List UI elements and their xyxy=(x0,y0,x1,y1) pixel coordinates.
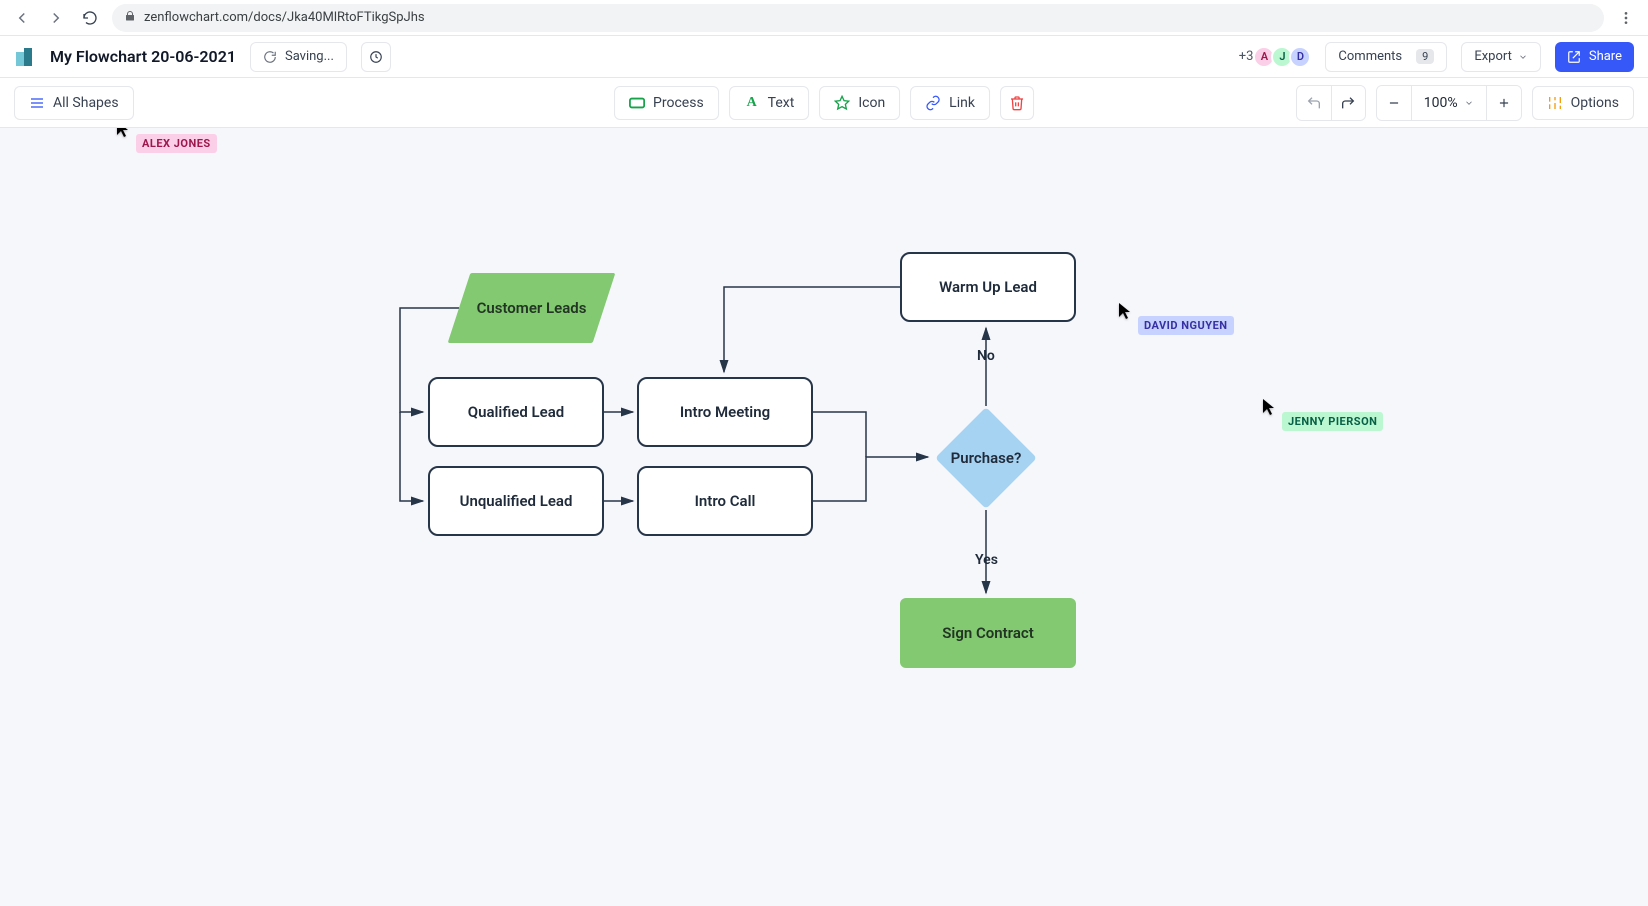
export-button[interactable]: Export xyxy=(1461,42,1541,72)
export-label: Export xyxy=(1474,49,1512,64)
reload-button[interactable] xyxy=(78,6,102,30)
presence-cursor-alex: ALEX JONES xyxy=(116,128,217,153)
node-sign-contract[interactable]: Sign Contract xyxy=(900,598,1076,668)
node-customer-leads[interactable]: Customer Leads xyxy=(459,273,604,343)
all-shapes-label: All Shapes xyxy=(53,95,119,111)
forward-button[interactable] xyxy=(44,6,68,30)
history-button[interactable] xyxy=(361,42,391,72)
node-unqualified-lead[interactable]: Unqualified Lead xyxy=(428,466,604,536)
all-shapes-button[interactable]: All Shapes xyxy=(14,86,134,120)
node-label: Purchase? xyxy=(935,407,1037,509)
browser-chrome: zenflowchart.com/docs/Jka40MlRtoFTikgSpJ… xyxy=(0,0,1648,36)
comments-count: 9 xyxy=(1416,49,1434,64)
node-qualified-lead[interactable]: Qualified Lead xyxy=(428,377,604,447)
icon-label: Icon xyxy=(858,95,885,111)
presence-cursor-jenny: JENNY PIERSON xyxy=(1262,398,1383,431)
process-button[interactable]: Process xyxy=(614,86,719,120)
share-icon xyxy=(1567,50,1581,64)
delete-button[interactable] xyxy=(1000,86,1034,120)
cursor-label: ALEX JONES xyxy=(136,134,217,153)
process-label: Process xyxy=(653,95,704,111)
zoom-value-dropdown[interactable]: 100% xyxy=(1411,86,1487,120)
avatar[interactable]: D xyxy=(1289,46,1311,68)
process-icon xyxy=(629,95,645,111)
url-text: zenflowchart.com/docs/Jka40MlRtoFTikgSpJ… xyxy=(144,10,425,25)
share-button[interactable]: Share xyxy=(1555,42,1634,72)
address-bar[interactable]: zenflowchart.com/docs/Jka40MlRtoFTikgSpJ… xyxy=(112,4,1604,32)
node-label: Intro Meeting xyxy=(680,403,770,421)
edge-label-no: No xyxy=(977,348,995,364)
saving-label: Saving... xyxy=(285,49,334,64)
node-intro-meeting[interactable]: Intro Meeting xyxy=(637,377,813,447)
presence-cursor-david: DAVID NGUYEN xyxy=(1118,302,1234,335)
saving-status: Saving... xyxy=(250,42,347,72)
cursor-label: DAVID NGUYEN xyxy=(1138,316,1234,335)
zoom-value: 100% xyxy=(1424,95,1458,111)
node-label: Warm Up Lead xyxy=(939,278,1037,296)
chevron-down-icon xyxy=(1518,52,1528,62)
node-label: Intro Call xyxy=(695,492,756,510)
trash-icon xyxy=(1009,95,1025,111)
zoom-in-button[interactable] xyxy=(1487,86,1521,120)
comments-button[interactable]: Comments 9 xyxy=(1325,42,1447,72)
text-icon: A xyxy=(744,95,760,111)
text-button[interactable]: A Text xyxy=(729,86,810,120)
star-icon xyxy=(834,95,850,111)
node-label: Customer Leads xyxy=(459,273,604,343)
link-button[interactable]: Link xyxy=(910,86,990,120)
node-intro-call[interactable]: Intro Call xyxy=(637,466,813,536)
link-icon xyxy=(925,95,941,111)
doc-title[interactable]: My Flowchart 20-06-2021 xyxy=(50,47,236,66)
node-purchase[interactable]: Purchase? xyxy=(935,407,1037,509)
back-button[interactable] xyxy=(10,6,34,30)
link-label: Link xyxy=(949,95,975,111)
node-warm-up-lead[interactable]: Warm Up Lead xyxy=(900,252,1076,322)
presence-more[interactable]: +3 xyxy=(1239,49,1254,64)
presence-avatars: +3 A J D xyxy=(1239,46,1312,68)
node-label: Qualified Lead xyxy=(468,403,564,421)
undo-redo-group xyxy=(1296,85,1366,121)
options-button[interactable]: Options xyxy=(1532,86,1634,120)
zoom-group: 100% xyxy=(1376,85,1522,121)
redo-button[interactable] xyxy=(1331,86,1365,120)
node-label: Sign Contract xyxy=(942,624,1033,642)
app-bar: My Flowchart 20-06-2021 Saving... +3 A J… xyxy=(0,36,1648,78)
browser-menu-button[interactable] xyxy=(1614,10,1638,26)
options-label: Options xyxy=(1571,95,1619,111)
undo-button[interactable] xyxy=(1297,86,1331,120)
app-logo xyxy=(14,46,36,68)
lock-icon xyxy=(124,10,136,26)
comments-label: Comments xyxy=(1338,49,1402,64)
node-label: Unqualified Lead xyxy=(460,492,573,510)
toolbar: All Shapes Process A Text Icon Link xyxy=(0,78,1648,128)
edge-label-yes: Yes xyxy=(975,552,998,568)
share-label: Share xyxy=(1589,49,1622,64)
icon-button[interactable]: Icon xyxy=(819,86,900,120)
menu-icon xyxy=(29,95,45,111)
canvas[interactable]: Customer Leads Qualified Lead Unqualifie… xyxy=(0,128,1648,906)
cursor-label: JENNY PIERSON xyxy=(1282,412,1383,431)
zoom-out-button[interactable] xyxy=(1377,86,1411,120)
sliders-icon xyxy=(1547,95,1563,111)
text-label: Text xyxy=(768,95,795,111)
chevron-down-icon xyxy=(1464,98,1474,108)
